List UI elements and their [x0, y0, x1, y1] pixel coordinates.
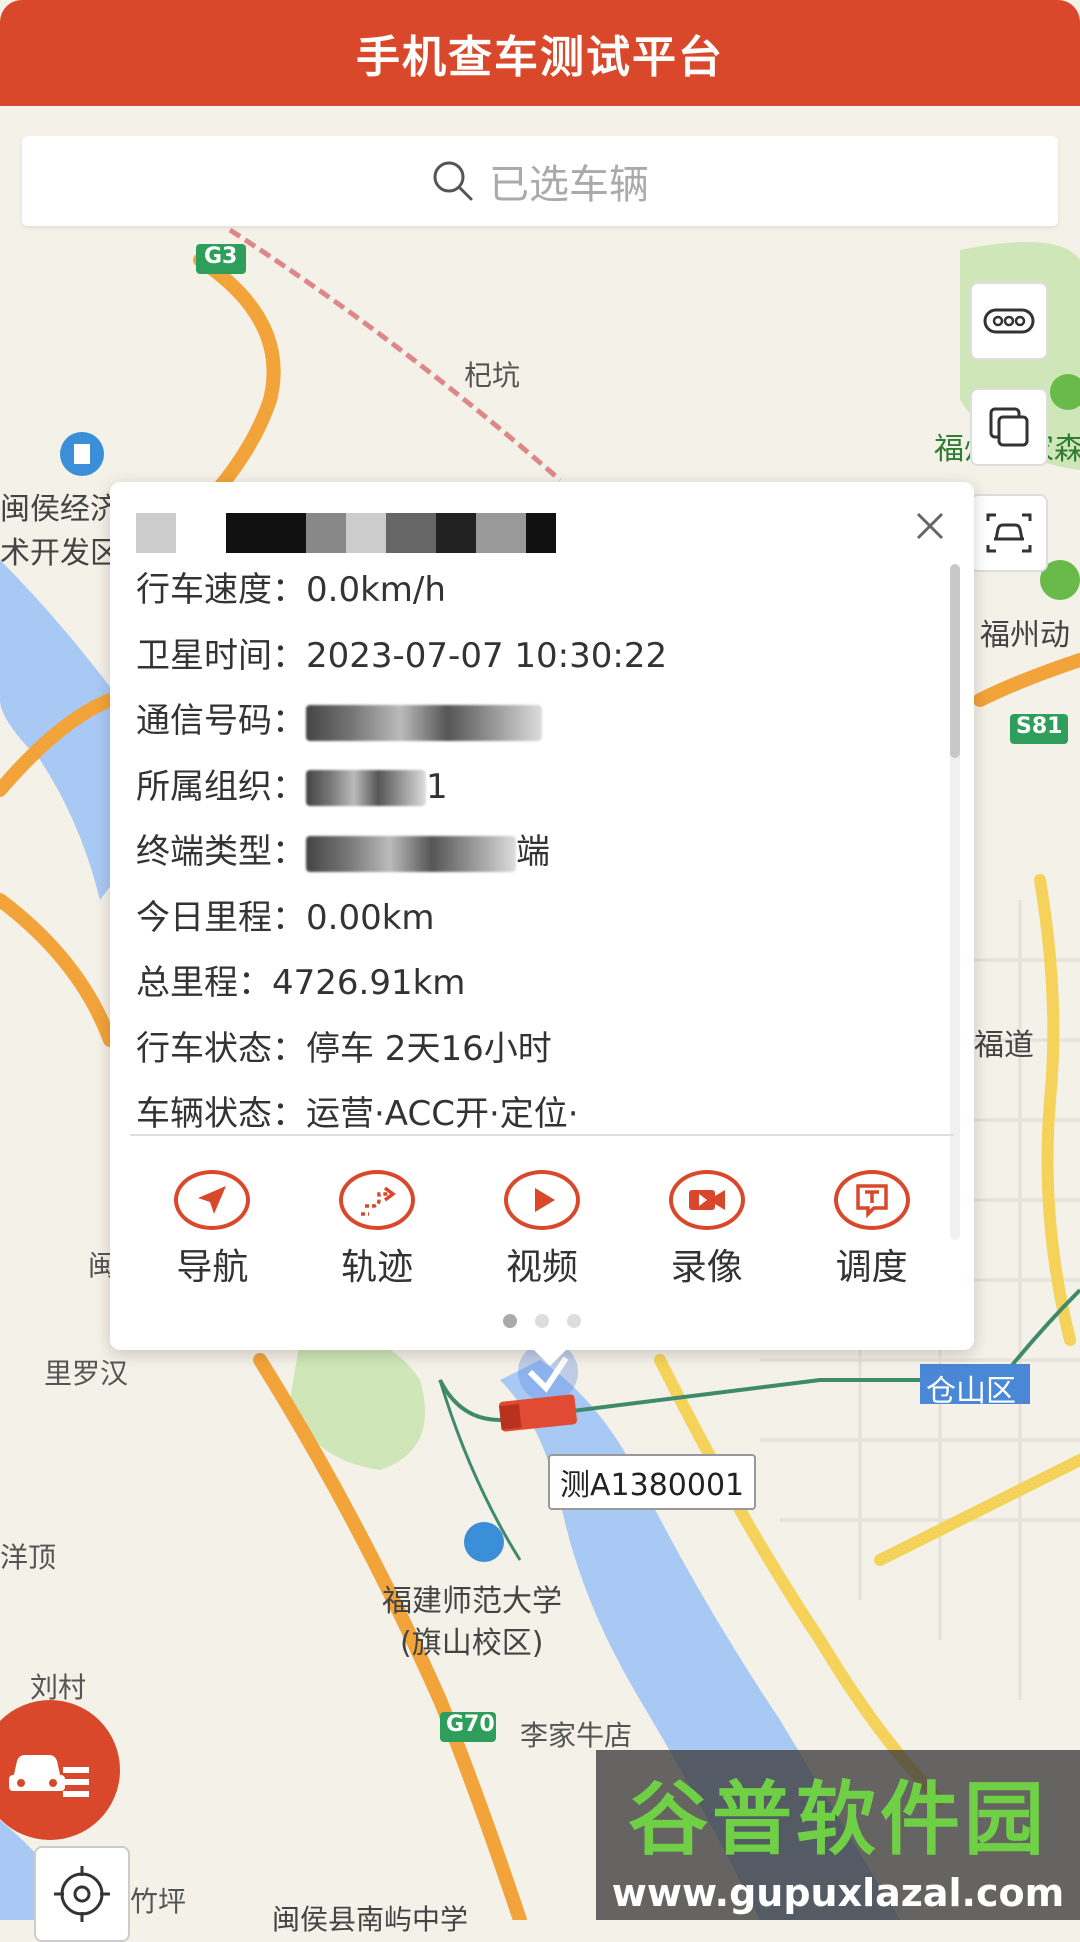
layers-icon — [989, 407, 1029, 447]
map-label: 杞坑 — [464, 359, 521, 392]
recording-button[interactable]: 录像 — [647, 1170, 767, 1290]
app-title-bar: 手机查车测试平台 — [0, 0, 1080, 106]
locate-button[interactable] — [34, 1846, 130, 1942]
action-label: 导航 — [176, 1247, 249, 1288]
map-label: 洋顶 — [0, 1541, 57, 1574]
map-layers-button[interactable] — [970, 388, 1048, 466]
highway-shield-label: G3 — [204, 244, 238, 269]
info-label: 行车速度： — [136, 570, 306, 610]
info-label: 总里程： — [136, 963, 272, 1003]
vehicle-name-redacted — [136, 508, 936, 558]
highway-shield-label: S81 — [1016, 714, 1063, 739]
track-button[interactable]: 轨迹 — [317, 1170, 437, 1290]
info-row-speed: 行车速度：0.0km/h — [136, 558, 936, 624]
redacted-value — [306, 704, 542, 741]
action-bar: 导航 轨迹 视频 录像 调度 — [110, 1170, 974, 1290]
watermark-brand: 谷普软件园 — [628, 1773, 1048, 1866]
video-button[interactable]: 视频 — [482, 1170, 602, 1290]
page-dot[interactable] — [535, 1314, 549, 1328]
info-row-terminal-type: 终端类型： 端 — [136, 820, 936, 886]
site-watermark: 谷普软件园 www.gupuxlazal.com — [596, 1750, 1080, 1920]
page-dot[interactable] — [567, 1314, 581, 1328]
info-label: 通信号码： — [136, 701, 306, 741]
info-label: 所属组织： — [136, 766, 306, 807]
map-label: 闽侯县南屿中学 — [272, 1903, 469, 1936]
vehicle-info-popup: 行车速度：0.0km/h 卫星时间：2023-07-07 10:30:22 通信… — [110, 482, 974, 1350]
vehicle-plate-label[interactable]: 测A1380001 — [548, 1454, 757, 1510]
vehicle-info-list[interactable]: 行车速度：0.0km/h 卫星时间：2023-07-07 10:30:22 通信… — [136, 502, 936, 1156]
more-options-button[interactable] — [970, 282, 1048, 360]
search-icon — [433, 161, 473, 201]
map-label: 里罗汉 — [44, 1357, 129, 1390]
search-placeholder: 已选车辆 — [489, 162, 649, 208]
map-label: (旗山校区) — [400, 1626, 544, 1661]
dispatch-button[interactable]: 调度 — [812, 1170, 932, 1290]
map-label: 李家牛店 — [520, 1719, 633, 1752]
info-row-vehicle-status: 车辆状态：运营·ACC开·定位· — [136, 1082, 936, 1148]
map-label: 福建师范大学 — [382, 1584, 562, 1619]
info-value: 端 — [516, 832, 550, 872]
info-label: 行车状态： — [136, 1028, 306, 1069]
highway-shield-label: G70 — [446, 1712, 495, 1737]
info-label: 卫星时间： — [136, 635, 306, 676]
info-row-total-mileage: 总里程：4726.91km — [136, 951, 936, 1017]
info-label: 今日里程： — [136, 897, 306, 938]
info-label: 车辆状态： — [136, 1094, 306, 1134]
info-value: 1 — [426, 766, 448, 807]
info-row-today-mileage: 今日里程：0.00km — [136, 886, 936, 952]
video-play-icon — [503, 1170, 580, 1230]
info-value: 2023-07-07 10:30:22 — [306, 635, 668, 676]
info-scrollbar[interactable] — [950, 564, 960, 1240]
action-label: 录像 — [670, 1247, 743, 1288]
map-label: 术开发区 — [0, 536, 120, 571]
info-value: 停车 2天16小时 — [306, 1028, 552, 1069]
redacted-value — [306, 835, 516, 872]
page-indicator — [110, 1314, 974, 1328]
map-label: 竹坪 — [130, 1885, 187, 1918]
vehicle-search-bar[interactable]: 已选车辆 — [22, 136, 1058, 226]
map-label: 福州动 — [980, 618, 1070, 653]
vehicle-focus-icon — [986, 513, 1032, 553]
camera-icon — [668, 1170, 745, 1230]
info-label: 终端类型： — [136, 832, 306, 872]
track-icon — [339, 1170, 416, 1230]
info-value: 0.00km — [306, 897, 435, 938]
dispatch-icon — [833, 1170, 910, 1230]
info-value: 0.0km/h — [306, 570, 446, 610]
page-dot[interactable] — [503, 1314, 517, 1328]
info-value: 运营·ACC开·定位· — [306, 1094, 579, 1134]
map-label: 福道 — [974, 1028, 1034, 1063]
vehicle-list-icon — [9, 1755, 89, 1797]
info-row-phone: 通信号码： — [136, 689, 936, 755]
app-title: 手机查车测试平台 — [356, 32, 724, 83]
vehicle-view-button[interactable] — [970, 494, 1048, 572]
info-row-driving-status: 行车状态：停车 2天16小时 — [136, 1017, 936, 1083]
district-label: 仓山区 — [926, 1374, 1016, 1409]
info-row-organization: 所属组织： 1 — [136, 755, 936, 821]
action-label: 轨迹 — [341, 1247, 414, 1288]
action-label: 视频 — [505, 1247, 578, 1288]
more-icon — [983, 308, 1035, 334]
map-label: 闽侯经济 — [0, 492, 120, 527]
navigate-icon — [174, 1170, 251, 1230]
info-row-gps-time: 卫星时间：2023-07-07 10:30:22 — [136, 624, 936, 690]
watermark-url: www.gupuxlazal.com — [611, 1871, 1065, 1915]
popup-pointer — [532, 1348, 568, 1366]
navigate-button[interactable]: 导航 — [152, 1170, 272, 1290]
redacted-value — [306, 770, 426, 806]
action-label: 调度 — [835, 1247, 908, 1288]
crosshair-icon — [54, 1866, 110, 1922]
scrollbar-thumb[interactable] — [950, 564, 960, 758]
info-value: 4726.91km — [272, 963, 466, 1003]
divider — [130, 1134, 954, 1136]
